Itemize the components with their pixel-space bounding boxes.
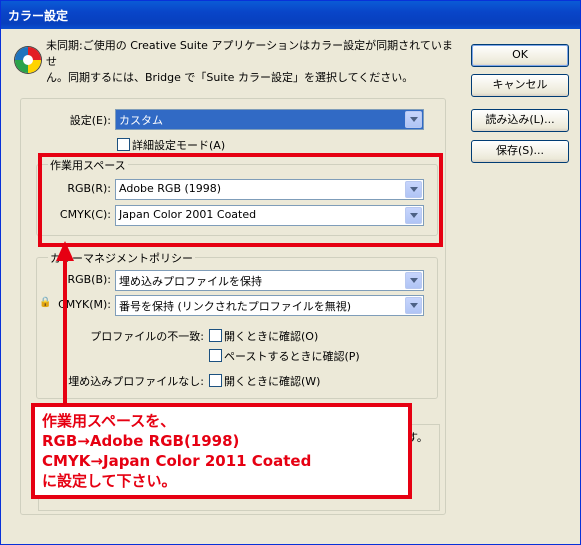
missing-profile-label: 埋め込みプロファイルなし:: [68, 375, 204, 388]
working-spaces-highlight: [38, 153, 443, 247]
color-wheel-icon: [15, 47, 41, 73]
settings-select[interactable]: カスタム: [115, 109, 424, 130]
advanced-mode-checkbox[interactable]: [117, 138, 130, 151]
chevron-down-icon[interactable]: [405, 272, 422, 289]
chevron-down-icon[interactable]: [405, 111, 422, 128]
policy-rgb-value: 埋め込みプロファイルを保持: [119, 275, 262, 288]
advanced-mode-label: 詳細設定モード(A): [132, 139, 226, 152]
ok-button[interactable]: OK: [471, 44, 569, 67]
save-button[interactable]: 保存(S)...: [471, 140, 569, 163]
annotation-line1: 作業用スペースを、: [42, 412, 176, 430]
load-button[interactable]: 読み込み(L)...: [471, 109, 569, 132]
policy-rgb-label: RGB(B):: [67, 273, 111, 286]
mismatch-ask-open-label: 開くときに確認(O): [224, 330, 319, 343]
color-settings-dialog: カラー設定 未同期:ご使用の Creative Suite アプリケーションはカ…: [0, 0, 581, 545]
policy-rgb-select[interactable]: 埋め込みプロファイルを保持: [115, 270, 424, 291]
settings-label: 設定(E):: [69, 114, 111, 127]
missing-ask-open-checkbox[interactable]: [209, 374, 222, 387]
cancel-button[interactable]: キャンセル: [471, 74, 569, 97]
window-title: カラー設定: [8, 9, 69, 23]
sync-notice: 未同期:ご使用の Creative Suite アプリケーションはカラー設定が同…: [46, 38, 456, 86]
mismatch-ask-open-checkbox[interactable]: [209, 329, 222, 342]
annotation-line4: に設定して下さい。: [42, 472, 177, 490]
sync-notice-line2: ん。同期するには、Bridge で「Suite カラー設定」を選択してください。: [46, 71, 414, 84]
profile-mismatch-label: プロファイルの不一致:: [90, 330, 204, 343]
policy-cmyk-select[interactable]: 番号を保持 (リンクされたプロファイルを無視): [115, 295, 424, 316]
annotation-line2: RGB→Adobe RGB(1998): [42, 432, 240, 450]
mismatch-ask-paste-checkbox[interactable]: [209, 349, 222, 362]
annotation-callout: 作業用スペースを、 RGB→Adobe RGB(1998) CMYK→Japan…: [31, 403, 412, 499]
annotation-arrow-line: [63, 261, 67, 407]
chevron-down-icon[interactable]: [405, 297, 422, 314]
missing-ask-open-label: 開くときに確認(W): [224, 375, 321, 388]
mismatch-ask-paste-label: ペーストするときに確認(P): [224, 350, 360, 363]
annotation-arrow-head: [56, 241, 74, 261]
settings-select-value: カスタム: [119, 114, 163, 127]
policy-cmyk-value: 番号を保持 (リンクされたプロファイルを無視): [119, 300, 352, 313]
policy-cmyk-label: CMYK(M):: [58, 298, 111, 311]
title-bar[interactable]: カラー設定: [1, 1, 580, 29]
annotation-line3: CMYK→Japan Color 2011 Coated: [42, 452, 312, 470]
sync-notice-line1: 未同期:ご使用の Creative Suite アプリケーションはカラー設定が同…: [46, 39, 453, 68]
